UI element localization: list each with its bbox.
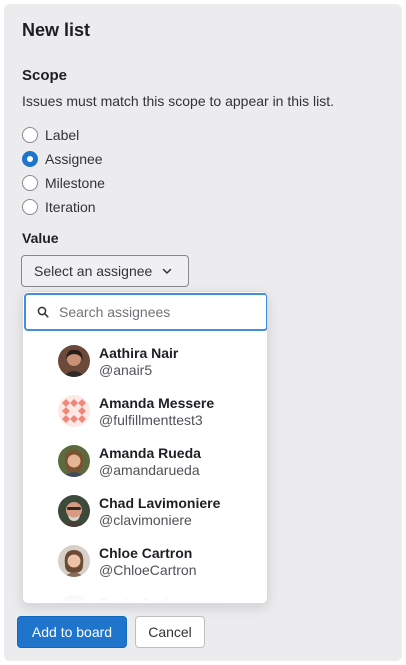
radio-label[interactable]: Label	[22, 125, 79, 145]
chevron-down-icon	[163, 268, 172, 274]
radio-milestone[interactable]: Milestone	[22, 173, 105, 193]
select-assignee-button[interactable]: Select an assignee	[21, 255, 189, 287]
avatar	[58, 495, 90, 527]
user-item[interactable]: Aathira Nair @anair5	[23, 336, 267, 386]
radio-milestone-text: Milestone	[45, 175, 105, 191]
radio-iteration[interactable]: Iteration	[22, 197, 96, 217]
user-name: Chad Lavimoniere	[99, 495, 221, 511]
radio-button[interactable]	[22, 127, 38, 143]
scope-heading: Scope	[22, 67, 68, 84]
radio-button[interactable]	[22, 199, 38, 215]
user-name: Amanda Rueda	[99, 445, 201, 461]
user-handle: @anair5	[99, 362, 153, 378]
value-heading: Value	[22, 230, 59, 246]
user-item[interactable]: Amanda Messere @fulfillmenttest3	[23, 386, 267, 436]
panel-title: New list	[22, 20, 91, 40]
search-input[interactable]	[59, 304, 249, 320]
user-handle: @ChloeCartron	[99, 562, 197, 578]
add-to-board-button[interactable]: Add to board	[17, 616, 127, 648]
user-name: Chloe Cartron	[99, 545, 193, 561]
radio-iteration-text: Iteration	[45, 199, 96, 215]
scope-description: Issues must match this scope to appear i…	[22, 93, 335, 109]
search-icon	[37, 306, 49, 318]
search-box[interactable]	[24, 293, 267, 331]
avatar	[58, 545, 90, 577]
user-handle: @amandarueda	[99, 462, 200, 478]
radio-label-text: Label	[45, 127, 80, 143]
user-handle: @clavimoniere	[99, 512, 192, 528]
radio-assignee-text: Assignee	[45, 151, 103, 167]
user-item[interactable]: Chad Lavimoniere @clavimoniere	[23, 486, 267, 536]
identicon-avatar	[58, 395, 90, 427]
radio-button[interactable]	[22, 175, 38, 191]
user-name: Amanda Messere	[99, 395, 215, 411]
radio-assignee[interactable]: Assignee	[22, 149, 103, 169]
user-name: Aathira Nair	[99, 345, 179, 361]
assignee-dropdown: Aathira Nair @anair5 Amanda Messere @ful…	[22, 291, 268, 604]
select-assignee-label: Select an assignee	[34, 263, 153, 279]
user-item[interactable]: Amanda Rueda @amandarueda	[23, 436, 267, 486]
user-item[interactable]: Chloe Cartron @ChloeCartron	[23, 536, 267, 586]
scroll-fade	[23, 583, 267, 603]
avatar	[58, 345, 90, 377]
avatar	[58, 445, 90, 477]
user-handle: @fulfillmenttest3	[99, 412, 203, 428]
cancel-button[interactable]: Cancel	[135, 616, 205, 648]
radio-button-checked[interactable]	[22, 151, 38, 167]
